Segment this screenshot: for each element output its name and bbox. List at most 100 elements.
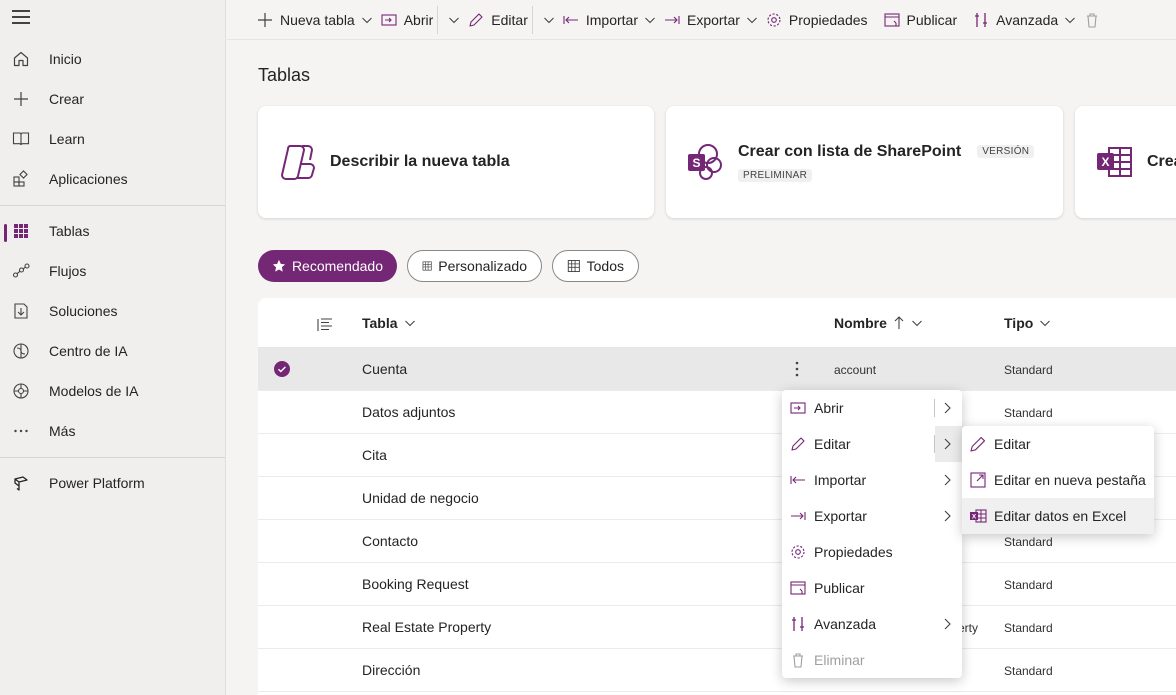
sidebar-item-aplicaciones[interactable]: Aplicaciones: [0, 159, 225, 199]
submenu-item-edit[interactable]: Editar: [962, 426, 1154, 462]
column-options-icon[interactable]: [317, 317, 333, 336]
export-dropdown[interactable]: [746, 14, 758, 26]
card-text: Crear con lista de SharePoint VERSIÓN PR…: [738, 142, 1035, 182]
wrench-icon: [790, 616, 806, 632]
sharepoint-list-card[interactable]: S Crear con lista de SharePoint VERSIÓN …: [666, 106, 1063, 218]
sidebar-item-label: Aplicaciones: [49, 171, 128, 187]
column-header-name[interactable]: Nombre: [834, 315, 923, 331]
menu-item-properties[interactable]: Propiedades: [782, 534, 962, 570]
new-table-button[interactable]: Nueva tabla: [257, 0, 355, 40]
sidebar-item-learn[interactable]: Learn: [0, 119, 225, 159]
sidebar-item-power-platform[interactable]: Power Platform: [0, 463, 225, 503]
excel-card[interactable]: X Crea: [1075, 106, 1176, 218]
page-title: Tablas: [258, 65, 311, 85]
cell-type: Standard: [1004, 621, 1053, 635]
copilot-icon: [278, 142, 318, 182]
sidebar-item-centro-de-ia[interactable]: Centro de IA: [0, 331, 225, 371]
menu-item-import[interactable]: Importar: [782, 462, 962, 498]
grid-icon: [11, 221, 31, 241]
book-icon: [11, 129, 31, 149]
properties-button[interactable]: Propiedades: [766, 0, 868, 40]
sidebar-item-label: Power Platform: [49, 475, 145, 491]
table-row[interactable]: Cuenta account Standard: [258, 348, 1176, 391]
import-icon: [563, 15, 578, 24]
sidebar-item-mas[interactable]: Más: [0, 411, 225, 451]
menu-item-delete[interactable]: Eliminar: [782, 642, 962, 678]
more-icon: [11, 421, 31, 441]
column-header-table[interactable]: Tabla: [362, 315, 416, 331]
table-row[interactable]: Booking Request t Standard: [258, 563, 1176, 606]
import-button[interactable]: Importar: [563, 0, 638, 40]
svg-text:X: X: [972, 513, 977, 520]
submenu-item-edit-new-tab[interactable]: Editar en nueva pestaña: [962, 462, 1154, 498]
cell-type: Standard: [1004, 406, 1053, 420]
menu-item-advanced[interactable]: Avanzada: [782, 606, 962, 642]
publish-button[interactable]: Publicar: [883, 0, 957, 40]
chevron-down-icon: [747, 17, 757, 23]
sidebar-item-inicio[interactable]: Inicio: [0, 39, 225, 79]
trash-icon: [790, 652, 806, 668]
open-icon: [790, 400, 806, 416]
table-row[interactable]: Real Estate Property erty Standard: [258, 606, 1176, 649]
column-header-type[interactable]: Tipo: [1004, 315, 1051, 331]
menu-item-open[interactable]: Abrir: [782, 390, 962, 426]
plus-icon: [11, 89, 31, 109]
submenu-item-edit-in-excel[interactable]: X Editar datos en Excel: [962, 498, 1154, 534]
cell-table: Dirección: [362, 662, 421, 678]
pencil-icon: [790, 436, 806, 452]
preview-badge: PRELIMINAR: [738, 168, 813, 182]
flow-icon: [11, 261, 31, 281]
advanced-dropdown[interactable]: [1064, 14, 1076, 26]
card-title: Crear con lista de SharePoint: [738, 142, 962, 160]
solutions-icon: [11, 301, 31, 321]
chevron-down-icon: [1065, 17, 1076, 23]
edit-dropdown[interactable]: [543, 14, 555, 26]
new-table-dropdown[interactable]: [361, 14, 373, 26]
brain-icon: [11, 341, 31, 361]
menu-item-edit[interactable]: Editar: [782, 426, 962, 462]
chevron-right-icon: [944, 474, 951, 486]
sidebar-item-crear[interactable]: Crear: [0, 79, 225, 119]
card-title: Describir la nueva tabla: [330, 153, 510, 170]
cell-type: Standard: [1004, 664, 1053, 678]
open-dropdown[interactable]: [448, 14, 460, 26]
sidebar-item-soluciones[interactable]: Soluciones: [0, 291, 225, 331]
table-edit-icon: [422, 261, 432, 271]
cell-name: account: [834, 363, 877, 377]
trash-icon: [1087, 12, 1098, 28]
chevron-down-icon: [1040, 320, 1051, 327]
sidebar-item-flujos[interactable]: Flujos: [0, 251, 225, 291]
menu-item-publish[interactable]: Publicar: [782, 570, 962, 606]
import-dropdown[interactable]: [644, 14, 656, 26]
excel-icon: X: [969, 507, 987, 525]
toolbar-divider: [437, 5, 439, 34]
edit-button[interactable]: Editar: [468, 0, 528, 40]
filter-all[interactable]: Todos: [552, 250, 639, 282]
gear-icon: [790, 544, 806, 560]
sidebar-item-modelos-de-ia[interactable]: Modelos de IA: [0, 371, 225, 411]
sort-ascending-icon: [894, 316, 904, 329]
sidebar-item-label: Flujos: [49, 263, 87, 279]
filter-recommended[interactable]: Recomendado: [258, 250, 397, 282]
preview-badge: VERSIÓN: [977, 145, 1035, 158]
export-button[interactable]: Exportar: [664, 0, 740, 40]
more-actions-icon[interactable]: [790, 360, 804, 381]
delete-button[interactable]: [1084, 0, 1107, 40]
sidebar-item-label: Centro de IA: [49, 343, 128, 359]
sidebar-item-label: Learn: [49, 131, 85, 147]
table-row[interactable]: Dirección Standard: [258, 649, 1176, 692]
checkmark-circle-icon[interactable]: [274, 361, 290, 380]
chevron-down-icon: [645, 17, 655, 23]
open-button[interactable]: Abrir: [381, 0, 433, 40]
filter-custom[interactable]: Personalizado: [407, 250, 542, 282]
hamburger-menu-icon[interactable]: [12, 10, 30, 26]
describe-new-table-card[interactable]: Describir la nueva tabla: [258, 106, 654, 218]
menu-item-export[interactable]: Exportar: [782, 498, 962, 534]
cell-table: Unidad de negocio: [362, 490, 479, 506]
chevron-down-icon: [543, 17, 554, 23]
split-divider: [934, 435, 935, 453]
advanced-button[interactable]: Avanzada: [973, 0, 1058, 40]
open-icon: [381, 13, 397, 26]
sidebar-item-tablas[interactable]: Tablas: [0, 211, 225, 251]
chevron-down-icon: [404, 320, 415, 327]
